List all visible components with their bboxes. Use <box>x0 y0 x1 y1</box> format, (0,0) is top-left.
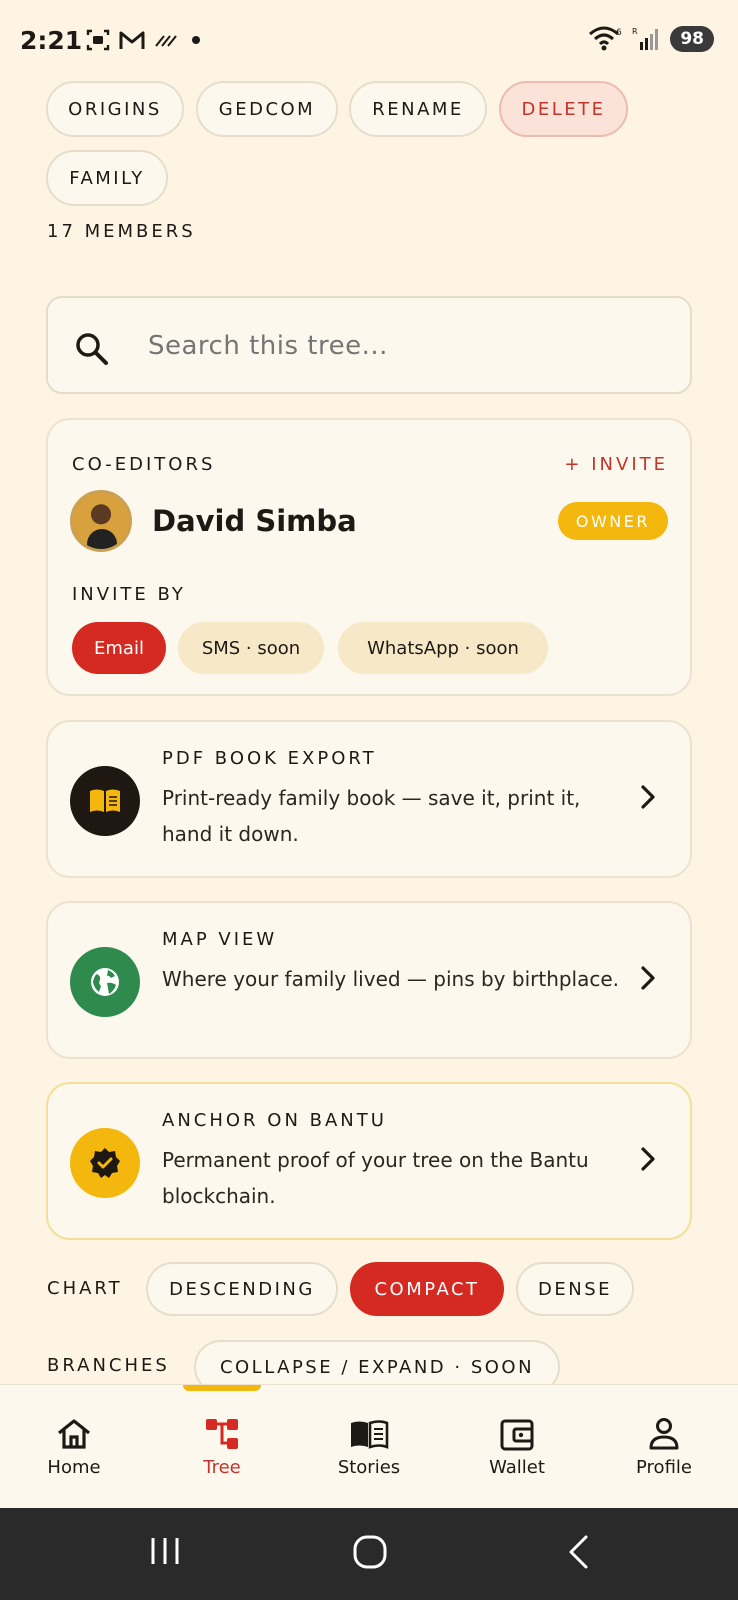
invite-whatsapp-option[interactable]: WhatsApp · soon <box>338 622 548 674</box>
feature-description: Permanent proof of your tree on the Bant… <box>162 1148 589 1208</box>
family-button[interactable]: FAMILY <box>46 150 168 206</box>
chevron-right-icon <box>641 785 655 809</box>
co-editors-card: CO-EDITORS + INVITE David Simba OWNER IN… <box>46 418 692 696</box>
owner-name: David Simba <box>152 504 357 538</box>
home-button[interactable] <box>352 1534 388 1570</box>
nav-stories[interactable]: Stories <box>295 1385 443 1509</box>
wifi-icon: 6 <box>589 26 622 51</box>
cell-signal-icon: R <box>632 27 659 50</box>
chevron-right-icon <box>641 1147 655 1171</box>
nav-label: Stories <box>337 1457 401 1478</box>
rename-button[interactable]: RENAME <box>349 81 487 137</box>
book-icon <box>349 1417 389 1451</box>
wallet-icon <box>500 1417 534 1451</box>
feature-title: PDF BOOK EXPORT <box>162 748 377 769</box>
members-count: 17 MEMBERS <box>47 221 196 242</box>
invite-button[interactable]: + INVITE <box>564 454 668 475</box>
feature-description: Where your family lived — pins by birthp… <box>162 967 620 991</box>
co-editors-title: CO-EDITORS <box>72 454 216 475</box>
chart-option-descending[interactable]: DESCENDING <box>146 1262 338 1316</box>
dot-icon <box>192 36 200 44</box>
system-navigation-bar <box>0 1508 738 1600</box>
svg-text:R: R <box>632 27 638 36</box>
back-button[interactable] <box>566 1534 592 1570</box>
origins-button[interactable]: ORIGINS <box>46 81 184 137</box>
notification-icons <box>86 28 205 52</box>
feature-title: MAP VIEW <box>162 929 278 950</box>
profile-icon <box>648 1417 680 1451</box>
search-box[interactable] <box>46 296 692 394</box>
svg-text:6: 6 <box>616 28 622 38</box>
nav-profile[interactable]: Profile <box>590 1385 738 1509</box>
bottom-navigation: Home Tree Stories Wallet Profile <box>0 1384 738 1508</box>
status-bar: 2:21 6 R 98 <box>0 0 738 78</box>
chart-option-compact[interactable]: COMPACT <box>350 1262 504 1316</box>
nav-label: Profile <box>636 1457 692 1478</box>
pdf-book-export-card[interactable]: PDF BOOK EXPORT Print-ready family book … <box>46 720 692 878</box>
nav-home[interactable]: Home <box>0 1385 148 1509</box>
feature-title: ANCHOR ON BANTU <box>162 1110 387 1131</box>
globe-icon <box>70 947 140 1017</box>
avatar <box>70 490 132 552</box>
gmail-icon <box>119 31 145 49</box>
invite-by-label: INVITE BY <box>72 584 186 605</box>
gedcom-button[interactable]: GEDCOM <box>196 81 338 137</box>
anchor-on-bantu-card[interactable]: ANCHOR ON BANTU Permanent proof of your … <box>46 1082 692 1240</box>
book-icon <box>70 766 140 836</box>
verified-badge-icon <box>70 1128 140 1198</box>
recent-apps-button[interactable] <box>148 1534 182 1568</box>
chart-label: CHART <box>47 1278 123 1299</box>
map-view-card[interactable]: MAP VIEW Where your family lived — pins … <box>46 901 692 1059</box>
invite-email-option[interactable]: Email <box>72 622 166 674</box>
search-input[interactable] <box>148 320 668 372</box>
nav-label: Wallet <box>489 1457 545 1478</box>
tree-icon <box>204 1417 240 1451</box>
system-status-icons: 6 R 98 <box>588 26 714 52</box>
nav-label: Home <box>47 1457 101 1478</box>
nav-wallet[interactable]: Wallet <box>443 1385 591 1509</box>
chart-option-dense[interactable]: DENSE <box>516 1262 634 1316</box>
owner-badge: OWNER <box>557 502 668 540</box>
status-time: 2:21 <box>20 26 83 55</box>
nav-tree[interactable]: Tree <box>148 1385 296 1509</box>
branches-label: BRANCHES <box>47 1355 170 1376</box>
nav-label: Tree <box>203 1457 241 1478</box>
signal-lines-icon <box>155 35 177 47</box>
chevron-right-icon <box>641 966 655 990</box>
feature-description: Print-ready family book — save it, print… <box>162 786 581 846</box>
battery-indicator: 98 <box>670 26 714 52</box>
delete-button[interactable]: DELETE <box>499 81 628 137</box>
invite-sms-option[interactable]: SMS · soon <box>178 622 324 674</box>
home-icon <box>56 1417 92 1451</box>
screenshot-icon <box>86 29 110 51</box>
search-icon <box>76 333 108 365</box>
